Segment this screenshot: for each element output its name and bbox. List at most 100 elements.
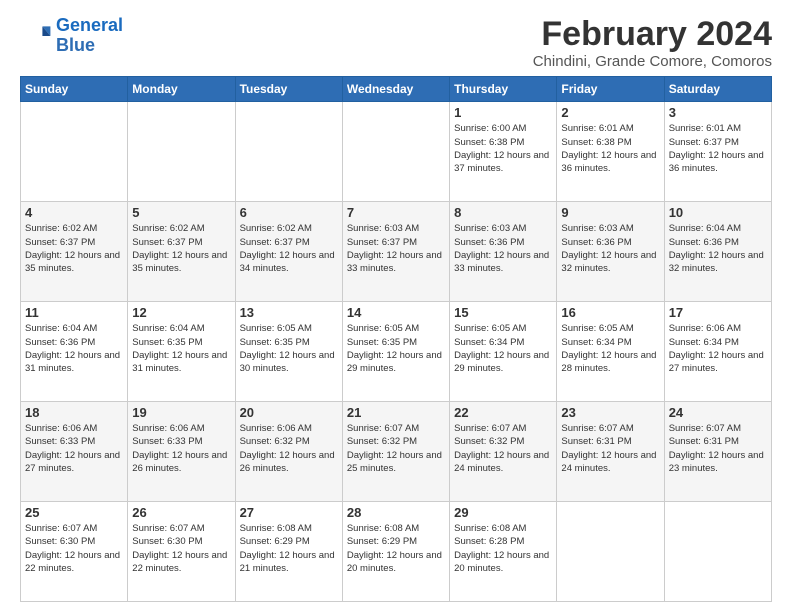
table-row: 21Sunrise: 6:07 AM Sunset: 6:32 PM Dayli… bbox=[342, 402, 449, 502]
day-number: 8 bbox=[454, 205, 552, 220]
header-monday: Monday bbox=[128, 77, 235, 102]
day-number: 25 bbox=[25, 505, 123, 520]
subtitle: Chindini, Grande Comore, Comoros bbox=[533, 53, 772, 70]
table-row: 5Sunrise: 6:02 AM Sunset: 6:37 PM Daylig… bbox=[128, 202, 235, 302]
day-info: Sunrise: 6:02 AM Sunset: 6:37 PM Dayligh… bbox=[25, 222, 123, 275]
logo: General Blue bbox=[20, 16, 123, 56]
day-info: Sunrise: 6:04 AM Sunset: 6:35 PM Dayligh… bbox=[132, 322, 230, 375]
table-row: 24Sunrise: 6:07 AM Sunset: 6:31 PM Dayli… bbox=[664, 402, 771, 502]
calendar-week-row: 4 Sunrise: 6:02 AM Sunset: 6:37 PM Daylig… bbox=[21, 202, 772, 302]
day-info: Sunrise: 6:05 AM Sunset: 6:35 PM Dayligh… bbox=[347, 322, 445, 375]
day-info: Sunrise: 6:03 AM Sunset: 6:37 PM Dayligh… bbox=[347, 222, 445, 275]
day-info: Sunrise: 6:02 AM Sunset: 6:37 PM Dayligh… bbox=[240, 222, 338, 275]
table-row bbox=[664, 502, 771, 602]
main-title: February 2024 bbox=[533, 16, 772, 53]
table-row: 15Sunrise: 6:05 AM Sunset: 6:34 PM Dayli… bbox=[450, 302, 557, 402]
table-row: 11 Sunrise: 6:04 AM Sunset: 6:36 PM Dayli… bbox=[21, 302, 128, 402]
calendar-header-row: Sunday Monday Tuesday Wednesday Thursday… bbox=[21, 77, 772, 102]
day-info: Sunrise: 6:08 AM Sunset: 6:29 PM Dayligh… bbox=[240, 522, 338, 575]
table-row: 29Sunrise: 6:08 AM Sunset: 6:28 PM Dayli… bbox=[450, 502, 557, 602]
header: General Blue February 2024 Chindini, Gra… bbox=[20, 16, 772, 70]
day-number: 28 bbox=[347, 505, 445, 520]
day-number: 26 bbox=[132, 505, 230, 520]
day-number: 12 bbox=[132, 305, 230, 320]
day-number: 22 bbox=[454, 405, 552, 420]
day-number: 5 bbox=[132, 205, 230, 220]
day-number: 18 bbox=[25, 405, 123, 420]
table-row: 8 Sunrise: 6:03 AM Sunset: 6:36 PM Daylig… bbox=[450, 202, 557, 302]
title-block: February 2024 Chindini, Grande Comore, C… bbox=[533, 16, 772, 70]
table-row: 13 Sunrise: 6:05 AM Sunset: 6:35 PM Dayli… bbox=[235, 302, 342, 402]
day-info: Sunrise: 6:07 AM Sunset: 6:31 PM Dayligh… bbox=[561, 422, 659, 475]
calendar-week-row: 25 Sunrise: 6:07 AM Sunset: 6:30 PM Dayli… bbox=[21, 502, 772, 602]
day-number: 10 bbox=[669, 205, 767, 220]
day-info: Sunrise: 6:04 AM Sunset: 6:36 PM Dayligh… bbox=[669, 222, 767, 275]
day-number: 23 bbox=[561, 405, 659, 420]
day-info: Sunrise: 6:07 AM Sunset: 6:31 PM Dayligh… bbox=[669, 422, 767, 475]
table-row bbox=[235, 102, 342, 202]
header-wednesday: Wednesday bbox=[342, 77, 449, 102]
header-tuesday: Tuesday bbox=[235, 77, 342, 102]
day-info: Sunrise: 6:07 AM Sunset: 6:32 PM Dayligh… bbox=[454, 422, 552, 475]
header-thursday: Thursday bbox=[450, 77, 557, 102]
calendar-week-row: 11 Sunrise: 6:04 AM Sunset: 6:36 PM Dayli… bbox=[21, 302, 772, 402]
table-row bbox=[557, 502, 664, 602]
day-number: 2 bbox=[561, 105, 659, 120]
table-row: 22 Sunrise: 6:07 AM Sunset: 6:32 PM Dayli… bbox=[450, 402, 557, 502]
day-info: Sunrise: 6:04 AM Sunset: 6:36 PM Dayligh… bbox=[25, 322, 123, 375]
day-info: Sunrise: 6:01 AM Sunset: 6:38 PM Dayligh… bbox=[561, 122, 659, 175]
day-number: 4 bbox=[25, 205, 123, 220]
day-info: Sunrise: 6:00 AM Sunset: 6:38 PM Dayligh… bbox=[454, 122, 552, 175]
table-row: 17 Sunrise: 6:06 AM Sunset: 6:34 PM Dayli… bbox=[664, 302, 771, 402]
header-sunday: Sunday bbox=[21, 77, 128, 102]
day-number: 27 bbox=[240, 505, 338, 520]
table-row: 10 Sunrise: 6:04 AM Sunset: 6:36 PM Dayli… bbox=[664, 202, 771, 302]
day-info: Sunrise: 6:08 AM Sunset: 6:28 PM Dayligh… bbox=[454, 522, 552, 575]
table-row: 27 Sunrise: 6:08 AM Sunset: 6:29 PM Dayli… bbox=[235, 502, 342, 602]
logo-text: General Blue bbox=[56, 16, 123, 56]
calendar-table: Sunday Monday Tuesday Wednesday Thursday… bbox=[20, 76, 772, 602]
day-info: Sunrise: 6:03 AM Sunset: 6:36 PM Dayligh… bbox=[454, 222, 552, 275]
day-number: 1 bbox=[454, 105, 552, 120]
day-info: Sunrise: 6:06 AM Sunset: 6:33 PM Dayligh… bbox=[132, 422, 230, 475]
day-number: 16 bbox=[561, 305, 659, 320]
table-row: 23 Sunrise: 6:07 AM Sunset: 6:31 PM Dayli… bbox=[557, 402, 664, 502]
calendar-week-row: 18 Sunrise: 6:06 AM Sunset: 6:33 PM Dayli… bbox=[21, 402, 772, 502]
table-row bbox=[342, 102, 449, 202]
table-row: 28 Sunrise: 6:08 AM Sunset: 6:29 PM Dayli… bbox=[342, 502, 449, 602]
table-row bbox=[128, 102, 235, 202]
day-info: Sunrise: 6:08 AM Sunset: 6:29 PM Dayligh… bbox=[347, 522, 445, 575]
day-info: Sunrise: 6:05 AM Sunset: 6:35 PM Dayligh… bbox=[240, 322, 338, 375]
table-row: 9Sunrise: 6:03 AM Sunset: 6:36 PM Daylig… bbox=[557, 202, 664, 302]
day-number: 14 bbox=[347, 305, 445, 320]
day-info: Sunrise: 6:06 AM Sunset: 6:33 PM Dayligh… bbox=[25, 422, 123, 475]
day-number: 17 bbox=[669, 305, 767, 320]
day-number: 11 bbox=[25, 305, 123, 320]
table-row: 3Sunrise: 6:01 AM Sunset: 6:37 PM Daylig… bbox=[664, 102, 771, 202]
day-info: Sunrise: 6:07 AM Sunset: 6:30 PM Dayligh… bbox=[132, 522, 230, 575]
day-number: 6 bbox=[240, 205, 338, 220]
day-number: 3 bbox=[669, 105, 767, 120]
table-row bbox=[21, 102, 128, 202]
page: General Blue February 2024 Chindini, Gra… bbox=[0, 0, 792, 612]
table-row: 18 Sunrise: 6:06 AM Sunset: 6:33 PM Dayli… bbox=[21, 402, 128, 502]
day-number: 13 bbox=[240, 305, 338, 320]
calendar-week-row: 1 Sunrise: 6:00 AM Sunset: 6:38 PM Daylig… bbox=[21, 102, 772, 202]
table-row: 7Sunrise: 6:03 AM Sunset: 6:37 PM Daylig… bbox=[342, 202, 449, 302]
day-info: Sunrise: 6:06 AM Sunset: 6:32 PM Dayligh… bbox=[240, 422, 338, 475]
table-row: 12 Sunrise: 6:04 AM Sunset: 6:35 PM Dayli… bbox=[128, 302, 235, 402]
table-row: 14 Sunrise: 6:05 AM Sunset: 6:35 PM Dayli… bbox=[342, 302, 449, 402]
table-row: 26 Sunrise: 6:07 AM Sunset: 6:30 PM Dayli… bbox=[128, 502, 235, 602]
table-row: 19Sunrise: 6:06 AM Sunset: 6:33 PM Dayli… bbox=[128, 402, 235, 502]
logo-icon bbox=[20, 20, 52, 52]
table-row: 2 Sunrise: 6:01 AM Sunset: 6:38 PM Daylig… bbox=[557, 102, 664, 202]
table-row: 6 Sunrise: 6:02 AM Sunset: 6:37 PM Daylig… bbox=[235, 202, 342, 302]
day-info: Sunrise: 6:05 AM Sunset: 6:34 PM Dayligh… bbox=[561, 322, 659, 375]
table-row: 4 Sunrise: 6:02 AM Sunset: 6:37 PM Daylig… bbox=[21, 202, 128, 302]
header-saturday: Saturday bbox=[664, 77, 771, 102]
table-row: 1 Sunrise: 6:00 AM Sunset: 6:38 PM Daylig… bbox=[450, 102, 557, 202]
day-info: Sunrise: 6:05 AM Sunset: 6:34 PM Dayligh… bbox=[454, 322, 552, 375]
day-info: Sunrise: 6:06 AM Sunset: 6:34 PM Dayligh… bbox=[669, 322, 767, 375]
day-number: 21 bbox=[347, 405, 445, 420]
table-row: 20Sunrise: 6:06 AM Sunset: 6:32 PM Dayli… bbox=[235, 402, 342, 502]
